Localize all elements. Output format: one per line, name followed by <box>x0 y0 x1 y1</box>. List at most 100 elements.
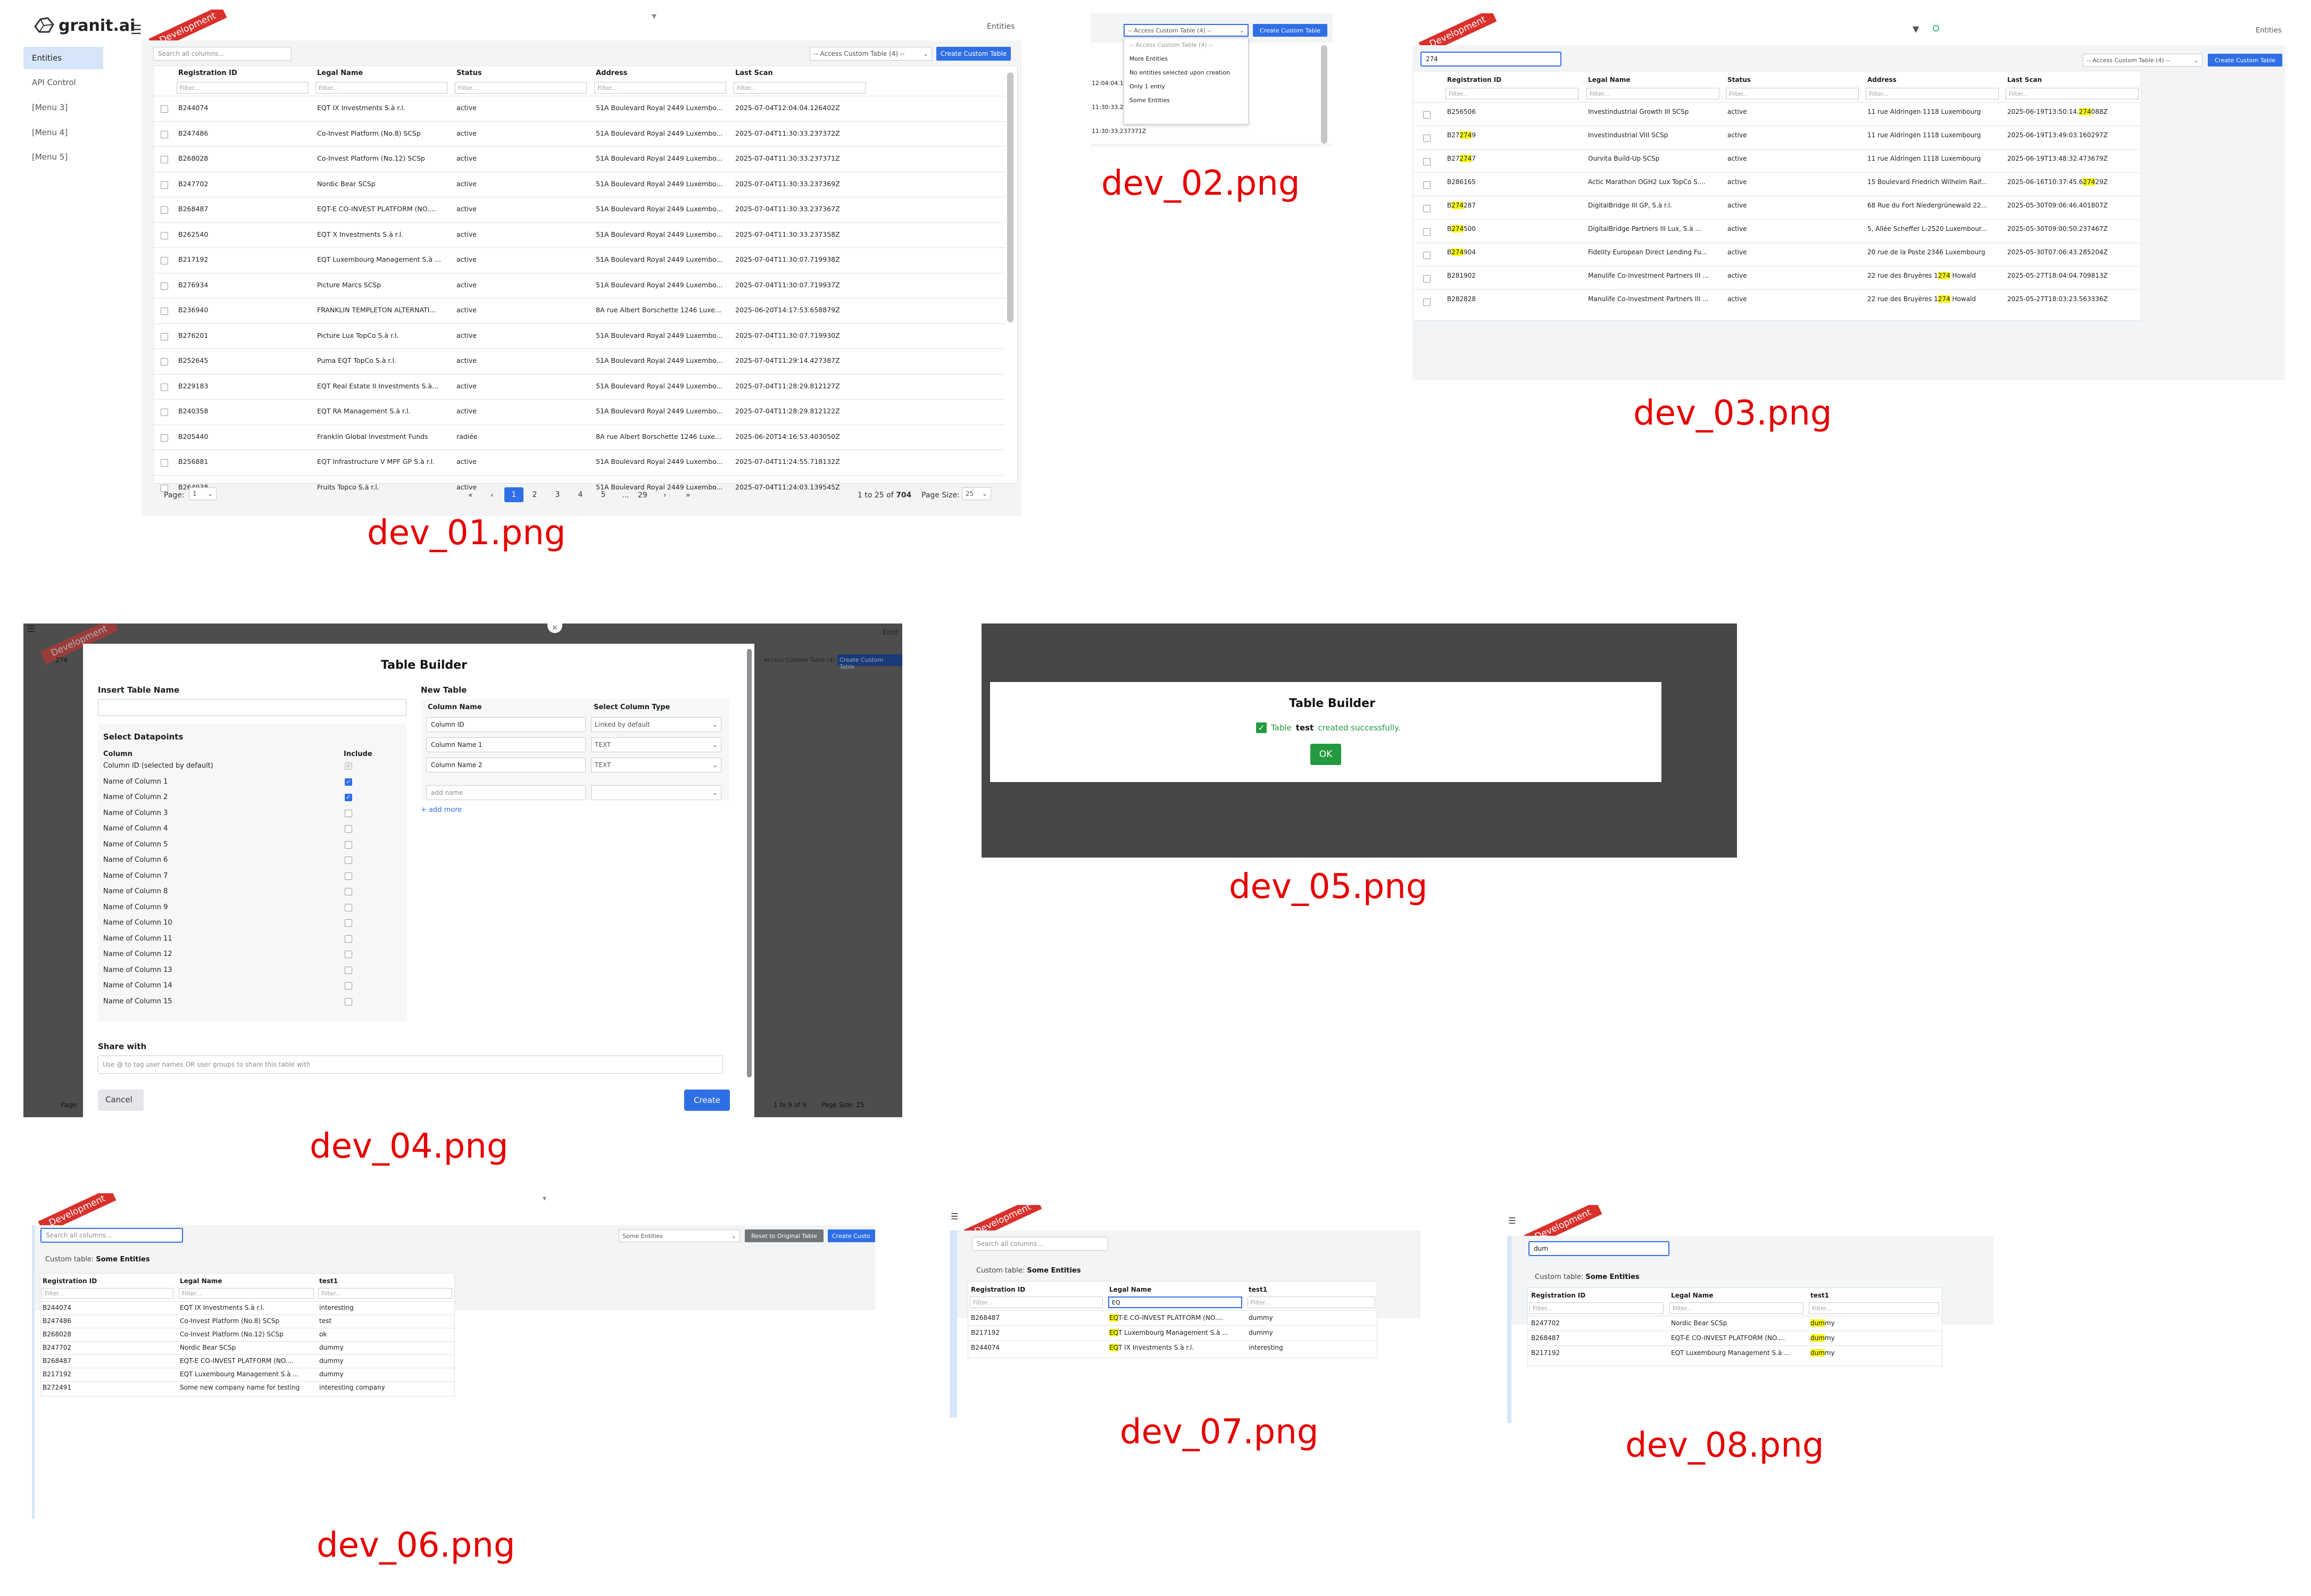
row-checkbox[interactable] <box>161 105 168 113</box>
share-input[interactable]: Use @ to tag user names OR user groups t… <box>98 1055 723 1074</box>
row-checkbox[interactable] <box>1423 111 1431 119</box>
col-header-address[interactable]: Address <box>1867 76 1897 84</box>
include-checkbox[interactable] <box>345 888 352 895</box>
ok-button[interactable]: OK <box>1310 744 1341 765</box>
include-checkbox[interactable]: ✓ <box>345 778 352 786</box>
search-input[interactable]: dum <box>1528 1241 1669 1256</box>
page-number-button[interactable]: 4 <box>573 487 588 502</box>
row-checkbox[interactable] <box>1423 205 1431 212</box>
access-table-select[interactable]: -- Access Custom Table (4) -- ⌄ <box>2083 54 2202 66</box>
include-checkbox[interactable]: ✓ <box>345 794 352 801</box>
include-checkbox[interactable] <box>345 935 352 943</box>
filter-legal[interactable]: Filter... <box>315 82 447 94</box>
cancel-button[interactable]: Cancel <box>98 1090 144 1111</box>
filter-legal[interactable]: EQ <box>1108 1296 1242 1308</box>
dropdown-option[interactable]: More Entities <box>1129 55 1168 62</box>
collapse-arrow-icon[interactable]: ▾ <box>543 1194 546 1203</box>
row-checkbox[interactable] <box>1423 158 1431 165</box>
row-checkbox[interactable] <box>161 409 168 416</box>
include-checkbox[interactable] <box>345 951 352 958</box>
include-checkbox[interactable] <box>345 966 352 974</box>
row-checkbox[interactable] <box>1423 228 1431 236</box>
menu-icon[interactable]: ☰ <box>130 22 142 37</box>
filter-reg[interactable]: Filter... <box>1445 88 1578 99</box>
row-checkbox[interactable] <box>161 459 168 467</box>
include-checkbox[interactable] <box>345 998 352 1005</box>
filter-reg[interactable]: Filter... <box>1529 1302 1664 1314</box>
create-custom-table-button[interactable]: Create Custo <box>828 1229 875 1242</box>
vertical-scrollbar[interactable] <box>1007 72 1013 322</box>
include-checkbox[interactable] <box>345 919 352 927</box>
menu-icon[interactable]: ☰ <box>951 1211 958 1221</box>
menu-icon[interactable]: ☰ <box>1508 1216 1516 1226</box>
filter-reg[interactable]: Filter... <box>177 82 309 94</box>
filter-scan[interactable]: Filter... <box>2006 88 2139 99</box>
row-checkbox[interactable] <box>161 181 168 189</box>
collapse-arrow-icon[interactable]: ▾ <box>652 11 656 22</box>
col-header-scan[interactable]: Last Scan <box>735 69 773 77</box>
search-input[interactable]: Search all columns... <box>972 1237 1108 1251</box>
row-checkbox[interactable] <box>161 307 168 315</box>
brand-logo[interactable]: granit.ai <box>33 16 135 35</box>
filter-legal[interactable]: Filter... <box>1586 88 1719 99</box>
row-checkbox[interactable] <box>161 130 168 138</box>
last-page-button[interactable]: » <box>686 491 691 500</box>
sidebar-item-api[interactable]: API Control <box>32 78 76 87</box>
col-header-address[interactable]: Address <box>596 69 627 77</box>
col-header-status[interactable]: Status <box>456 69 482 77</box>
filter-scan[interactable]: Filter... <box>734 82 866 94</box>
filter-reg[interactable]: Filter... <box>970 1296 1103 1308</box>
sidebar-item-menu5[interactable]: [Menu 5] <box>32 152 68 162</box>
first-page-button[interactable]: « <box>468 491 473 500</box>
row-checkbox[interactable] <box>1423 135 1431 142</box>
dropdown-option[interactable]: No entities selected upon creation <box>1129 69 1230 76</box>
filter-status[interactable]: Filter... <box>1726 88 1859 99</box>
next-page-button[interactable]: › <box>663 491 667 500</box>
column-name-input[interactable]: Column Name 2 <box>426 758 586 772</box>
col-header-legal[interactable]: Legal Name <box>1588 76 1631 84</box>
search-input[interactable]: Search all columns... <box>40 1228 183 1243</box>
add-type-select[interactable]: ⌄ <box>591 785 721 800</box>
col-header-reg[interactable]: Registration ID <box>178 69 237 77</box>
page-number-button[interactable]: 3 <box>550 487 565 502</box>
row-checkbox[interactable] <box>161 231 168 239</box>
filter-legal[interactable]: Filter... <box>179 1288 314 1299</box>
filter-test1[interactable]: Filter... <box>1248 1296 1375 1308</box>
filter-icon[interactable]: ▼ <box>1913 24 1919 34</box>
row-checkbox[interactable] <box>1423 252 1431 259</box>
column-type-select[interactable]: TEXT ⌄ <box>591 737 721 752</box>
col-header-legal[interactable]: Legal Name <box>1671 1292 1714 1299</box>
modal-scrollbar[interactable] <box>747 649 752 1077</box>
col-header-test1[interactable]: test1 <box>319 1277 338 1285</box>
include-checkbox[interactable] <box>345 903 352 911</box>
row-checkbox[interactable] <box>1423 298 1431 306</box>
filter-test1[interactable]: Filter... <box>318 1288 452 1299</box>
row-checkbox[interactable] <box>1423 275 1431 282</box>
include-checkbox[interactable] <box>345 809 352 817</box>
menu-icon[interactable]: ☰ <box>27 624 35 635</box>
row-checkbox[interactable] <box>161 257 168 264</box>
col-header-test1[interactable]: test1 <box>1249 1286 1267 1293</box>
filter-status[interactable]: Filter... <box>455 82 587 94</box>
dropdown-option[interactable]: -- Access Custom Table (4) -- <box>1129 41 1213 48</box>
row-checkbox[interactable] <box>1423 181 1431 189</box>
col-header-reg[interactable]: Registration ID <box>1531 1292 1585 1299</box>
access-table-select[interactable]: Some Entities ⌄ <box>619 1229 740 1242</box>
include-checkbox[interactable] <box>345 825 352 833</box>
row-checkbox[interactable] <box>161 282 168 290</box>
include-checkbox[interactable] <box>345 982 352 990</box>
include-checkbox[interactable] <box>345 872 352 880</box>
filter-test1[interactable]: Filter... <box>1809 1302 1939 1314</box>
create-custom-table-button[interactable]: Create Custom Table <box>2208 54 2282 66</box>
row-checkbox[interactable] <box>161 383 168 391</box>
prev-page-button[interactable]: ‹ <box>491 491 494 500</box>
search-input[interactable]: Search all columns... <box>153 47 292 61</box>
column-type-select[interactable]: TEXT ⌄ <box>591 758 721 772</box>
dropdown-option[interactable]: Some Entities <box>1129 97 1170 104</box>
vertical-scrollbar[interactable] <box>1321 45 1327 144</box>
filter-address[interactable]: Filter... <box>594 82 726 94</box>
reset-table-button[interactable]: Reset to Original Table <box>745 1229 824 1242</box>
filter-legal[interactable]: Filter... <box>1669 1302 1803 1314</box>
col-header-test1[interactable]: test1 <box>1810 1292 1829 1299</box>
create-button[interactable]: Create <box>684 1090 730 1111</box>
